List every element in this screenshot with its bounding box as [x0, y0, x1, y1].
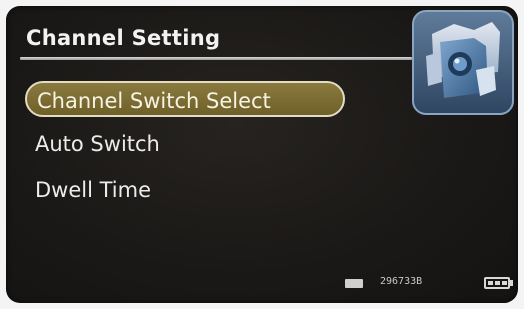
memory-card-icon: [345, 279, 363, 288]
menu-item-auto-switch[interactable]: Auto Switch: [25, 126, 345, 162]
page-title: Channel Setting: [26, 26, 221, 50]
device-screen: Channel Setting Channel Switch Select Au…: [6, 6, 518, 303]
battery-icon: [484, 277, 510, 289]
battery-tip: [510, 280, 513, 286]
title-divider: [20, 57, 412, 60]
storage-remaining: 296733B: [380, 276, 423, 287]
camera-settings-icon: [412, 10, 514, 115]
menu-item-label: Channel Switch Select: [37, 89, 271, 113]
menu-item-dwell-time[interactable]: Dwell Time: [25, 172, 345, 208]
menu-item-label: Auto Switch: [35, 132, 160, 156]
menu-item-channel-switch-select[interactable]: Channel Switch Select: [25, 81, 345, 117]
camera-settings-icon-graphic: [426, 22, 500, 98]
menu-item-label: Dwell Time: [35, 178, 152, 202]
